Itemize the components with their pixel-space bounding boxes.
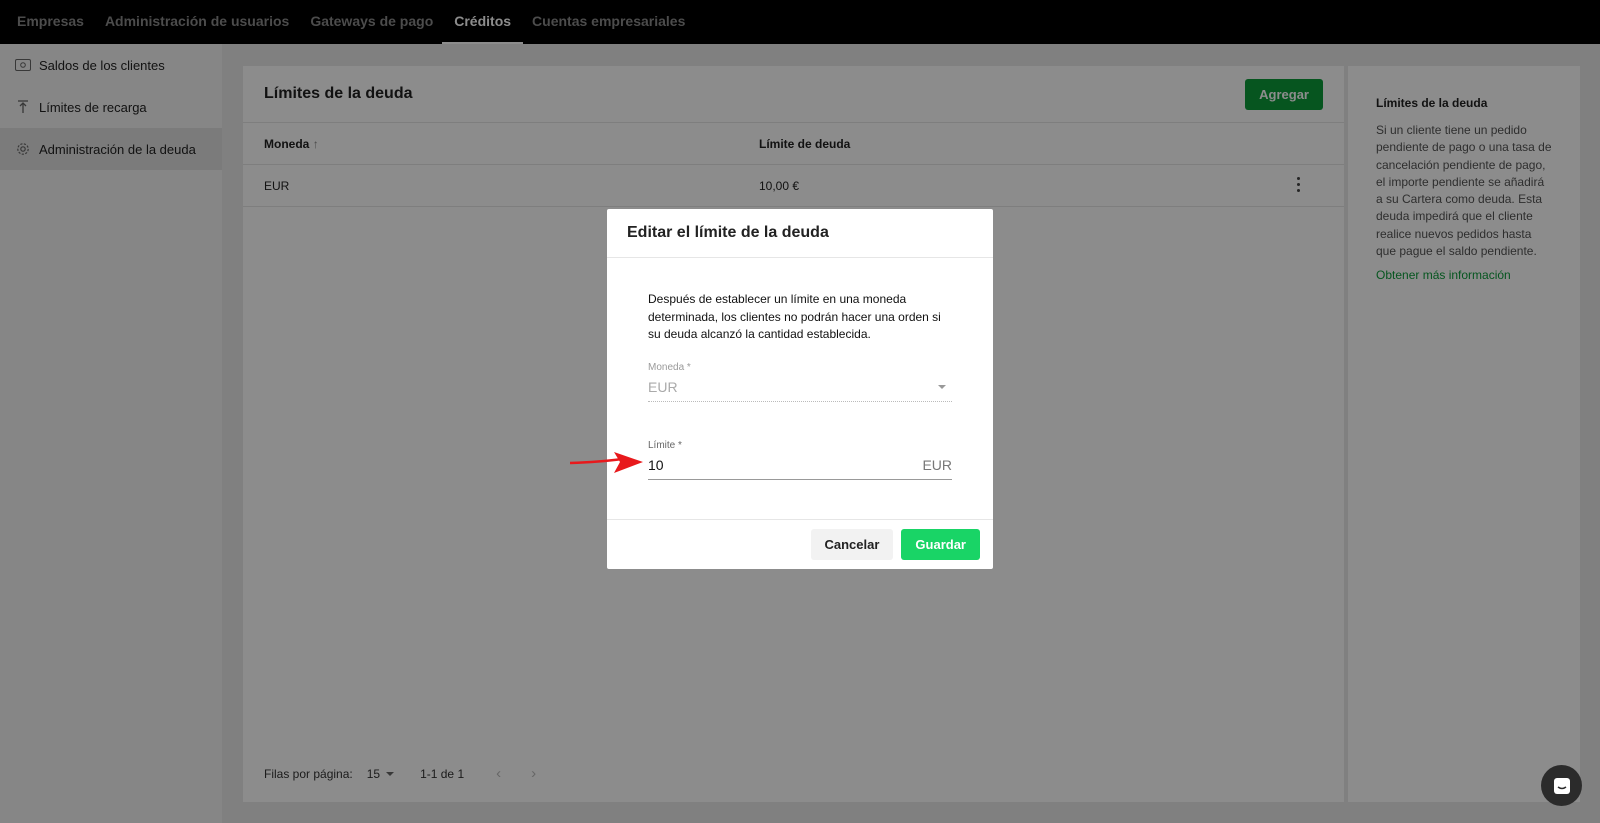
currency-label: Moneda * [648, 361, 691, 373]
save-button[interactable]: Guardar [901, 529, 980, 560]
dialog-title: Editar el límite de la deuda [607, 209, 993, 258]
currency-value: EUR [648, 378, 678, 395]
currency-select: Moneda * EUR [648, 362, 952, 402]
cancel-button[interactable]: Cancelar [810, 529, 894, 560]
limit-input[interactable]: 10 [648, 457, 664, 473]
chat-icon[interactable] [1541, 765, 1582, 806]
chevron-down-icon [938, 384, 946, 389]
dialog-description: Después de establecer un límite en una m… [648, 292, 941, 341]
limit-label: Límite * [648, 439, 682, 451]
annotation-arrow-icon [570, 452, 643, 473]
limit-field[interactable]: Límite * 10 EUR [648, 440, 952, 480]
edit-debt-limit-dialog: Editar el límite de la deuda Después de … [607, 209, 993, 569]
dialog-actions: Cancelar Guardar [607, 519, 993, 569]
limit-suffix: EUR [922, 456, 952, 473]
